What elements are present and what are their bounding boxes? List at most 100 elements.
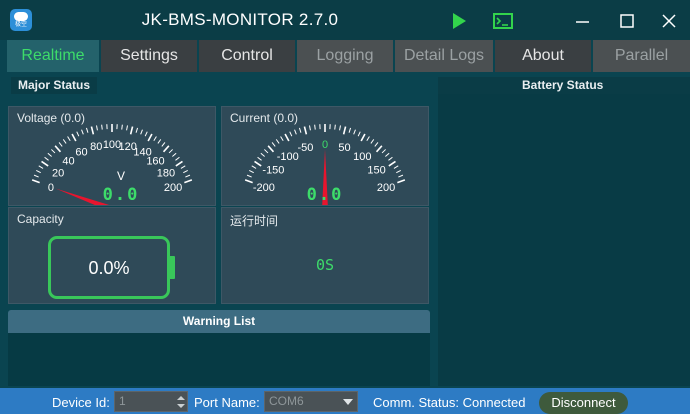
gauge-tick (294, 129, 297, 135)
gauge-tick (153, 136, 157, 142)
gauge-tick-label: 160 (146, 156, 164, 168)
gauge-tick (271, 142, 276, 147)
gauge-tick (36, 169, 41, 174)
gauge-tick (129, 126, 134, 135)
gauge-tick-label: 0 (48, 182, 54, 194)
gauge-tick (388, 160, 396, 167)
gauge-tick (67, 136, 71, 142)
gauge-tick (374, 142, 379, 147)
gauge-tick-label: -150 (262, 164, 284, 176)
gauge-tick (264, 149, 269, 154)
maximize-icon (620, 14, 634, 28)
gauge-tick (353, 129, 356, 135)
gauge-tick (126, 125, 128, 131)
gauge-tick (267, 145, 275, 153)
device-id-value: 1 (119, 394, 126, 408)
port-name-value: COM6 (269, 394, 304, 408)
port-name-label: Port Name: (194, 395, 260, 410)
gauge-tick (41, 160, 49, 167)
gauge-tick (90, 126, 95, 135)
tab-settings[interactable]: Settings (101, 40, 197, 72)
port-name-select[interactable]: COM6 (264, 391, 358, 412)
voltage-panel: Voltage (0.0) 0 20 40 60 80 100 120 140 160 180 20… (8, 106, 216, 206)
close-button[interactable] (654, 6, 684, 36)
gauge-tick (342, 126, 347, 135)
gauge-tick (85, 127, 89, 133)
gauge-tick (76, 131, 80, 137)
gauge-tick (298, 127, 302, 133)
gauge-tick (348, 127, 352, 133)
capacity-label: Capacity (17, 212, 64, 226)
gauge-tick (375, 145, 383, 153)
gauge-tick-label: 100 (353, 151, 371, 163)
gauge-tick (144, 131, 148, 137)
gauge-tick (397, 179, 406, 184)
gauge-tick (121, 124, 123, 130)
spin-arrows-icon[interactable] (176, 394, 186, 410)
gauge-tick (334, 124, 336, 130)
gauge-tick (44, 156, 49, 161)
app-logo: 极空 (10, 9, 32, 31)
gauge-tick (339, 125, 341, 131)
minimize-icon (576, 21, 589, 23)
minimize-button[interactable] (568, 6, 598, 36)
gauge-tick (54, 145, 62, 153)
gauge-tick (184, 179, 193, 184)
gauge-tick (246, 174, 252, 178)
gauge-tick (303, 126, 308, 135)
gauge-tick (140, 129, 143, 135)
gauge-tick-label: 200 (164, 182, 182, 194)
gauge-tick (180, 165, 186, 169)
gauge-tick (62, 139, 67, 144)
tab-control[interactable]: Control (199, 40, 295, 72)
gauge-tick-label: -100 (277, 151, 299, 163)
gauge-tick (175, 160, 183, 167)
gauge-tick (157, 139, 162, 144)
tab-detail-logs[interactable]: Detail Logs (395, 40, 493, 72)
gauge-tick (257, 156, 262, 161)
app-title: JK-BMS-MONITOR 2.7.0 (141, 10, 339, 29)
gauge-tick (71, 133, 77, 142)
gauge-tick (370, 139, 375, 144)
tab-parallel[interactable]: Parallel (593, 40, 690, 72)
gauge-tick (47, 152, 52, 157)
logo-text: 极空 (14, 22, 27, 28)
gauge-tick (147, 133, 153, 142)
gauge-tick-label: 80 (90, 141, 102, 153)
device-id-spinbox[interactable]: 1 (114, 391, 188, 412)
gauge-tick-label: 60 (75, 147, 87, 159)
chevron-down-icon (343, 399, 353, 405)
gauge-tick (385, 152, 390, 157)
gauge-tick (393, 165, 399, 169)
gauge-tick (289, 131, 293, 137)
gauge-tick (251, 165, 257, 169)
gauge-tick (38, 165, 44, 169)
terminal-button[interactable] (488, 6, 518, 36)
tab-bar: Realtime Settings Control Logging Detail… (0, 40, 690, 72)
gauge-readout: 0.0 (103, 185, 140, 205)
warning-list[interactable] (8, 333, 430, 386)
title-bar: 极空 JK-BMS-MONITOR 2.7.0 (0, 0, 690, 40)
play-button[interactable] (444, 6, 474, 36)
gauge-tick (309, 125, 311, 131)
gauge-tick (185, 174, 191, 178)
gauge-tick-label: 180 (157, 168, 175, 180)
gauge-unit: V (117, 169, 125, 183)
tab-about[interactable]: About (495, 40, 591, 72)
gauge-tick (275, 139, 280, 144)
maximize-button[interactable] (612, 6, 642, 36)
gauge-tick-label: 20 (52, 168, 64, 180)
gauge-tick (244, 179, 253, 184)
gauge-readout: 0.0 (307, 185, 344, 205)
battery-status-panel (438, 94, 690, 386)
gauge-tick (183, 169, 188, 174)
device-id-label: Device Id: (52, 395, 110, 410)
tab-realtime[interactable]: Realtime (7, 40, 99, 72)
battery-status-heading: Battery Status (515, 77, 611, 94)
warning-list-header: Warning List (8, 310, 430, 333)
disconnect-button[interactable]: Disconnect (539, 392, 628, 414)
gauge-tick-label: 200 (377, 182, 395, 194)
tab-logging[interactable]: Logging (297, 40, 393, 72)
gauge-tick (280, 136, 284, 142)
gauge-tick (172, 152, 177, 157)
